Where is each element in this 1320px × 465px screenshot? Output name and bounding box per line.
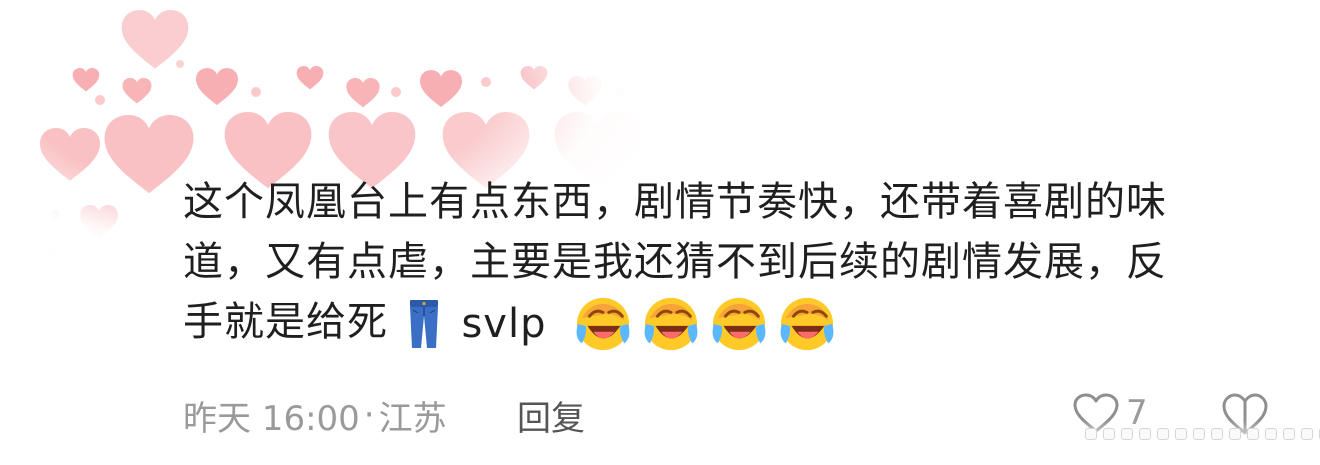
comment-location: 江苏 bbox=[378, 398, 447, 439]
comment-line-3: 手就是给死 svlp bbox=[183, 292, 1263, 352]
comment-text: 这个凤凰台上有点东西，剧情节奏快，还带着喜剧的味 道，又有点虐，主要是我还猜不到… bbox=[183, 172, 1263, 352]
laugh-cry-emoji bbox=[780, 297, 834, 351]
meta-separator: · bbox=[363, 395, 375, 435]
comment-slang: svlp bbox=[461, 301, 547, 347]
emoji-row bbox=[574, 295, 842, 353]
comment-line-3-text: 手就是给死 bbox=[183, 299, 388, 345]
comment-time: 昨天 16:00 bbox=[183, 398, 360, 439]
jeans-emoji bbox=[409, 300, 438, 348]
reply-button[interactable]: 回复 bbox=[517, 393, 585, 439]
laugh-cry-emoji bbox=[576, 297, 630, 351]
comment-line-2: 道，又有点虐，主要是我还猜不到后续的剧情发展，反 bbox=[183, 239, 1167, 285]
comment-meta: 昨天 16:00 · 江苏 bbox=[183, 393, 447, 439]
laugh-cry-emoji bbox=[712, 297, 766, 351]
comment-line-1: 这个凤凰台上有点东西，剧情节奏快，还带着喜剧的味 bbox=[183, 179, 1167, 225]
placeholder-dots bbox=[1085, 428, 1320, 440]
like-count: 7 bbox=[1126, 393, 1148, 433]
laugh-cry-emoji bbox=[644, 297, 698, 351]
